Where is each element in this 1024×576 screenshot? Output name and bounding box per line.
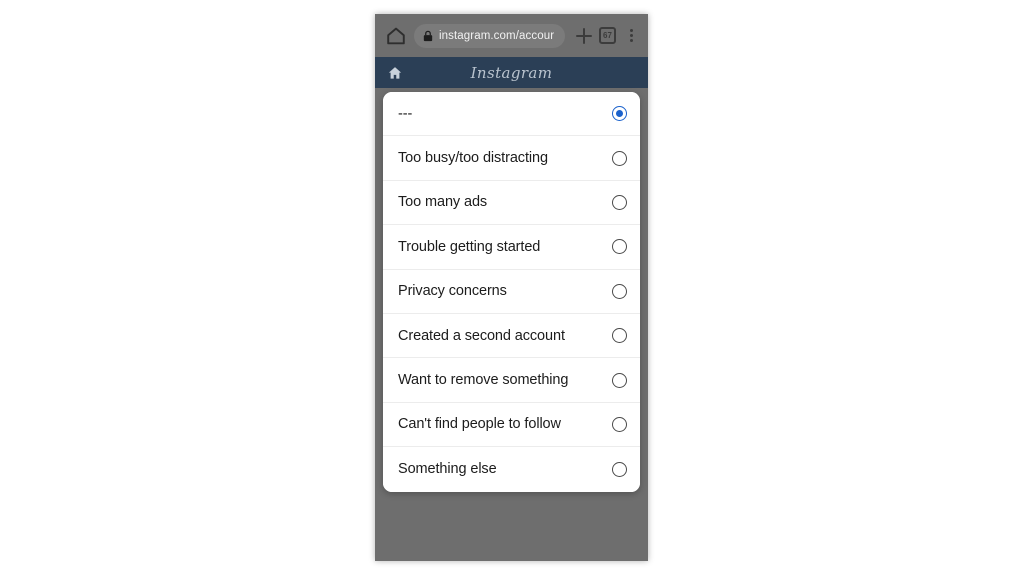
list-item-label: Can't find people to follow	[398, 416, 561, 433]
list-item-label: Trouble getting started	[398, 238, 541, 255]
tab-counter-button[interactable]: 67	[599, 27, 616, 44]
list-item[interactable]: Created a second account	[383, 313, 640, 359]
radio-button[interactable]	[612, 372, 627, 388]
reason-options-card: --- Too busy/too distracting Too many ad…	[383, 92, 640, 492]
instagram-app-bar: Instagram	[375, 57, 648, 88]
home-outline-icon[interactable]	[385, 25, 407, 47]
radio-button[interactable]	[612, 328, 627, 344]
radio-button[interactable]	[612, 150, 627, 166]
list-item-label: Want to remove something	[398, 372, 569, 389]
list-item-label: Too many ads	[398, 194, 488, 211]
radio-button[interactable]	[612, 283, 627, 299]
list-item-label: ---	[398, 105, 413, 122]
plus-icon[interactable]	[574, 26, 594, 46]
url-bar[interactable]: instagram.com/accour	[414, 23, 565, 48]
list-item-label: Privacy concerns	[398, 283, 507, 300]
browser-toolbar: instagram.com/accour 67	[375, 14, 648, 57]
lock-icon	[423, 30, 433, 41]
list-item[interactable]: Something else	[383, 447, 640, 492]
screenshot-canvas: instagram.com/accour 67 Instagram --- To…	[0, 0, 1024, 576]
list-item[interactable]: Want to remove something	[383, 358, 640, 403]
list-item-label: Created a second account	[398, 327, 565, 344]
instagram-logo-text: Instagram	[470, 63, 553, 82]
radio-button[interactable]	[612, 106, 627, 122]
list-item-label: Something else	[398, 461, 497, 478]
home-filled-icon[interactable]	[387, 65, 403, 81]
list-item[interactable]: Privacy concerns	[383, 269, 640, 314]
list-item[interactable]: ---	[383, 92, 640, 137]
list-item[interactable]: Trouble getting started	[383, 225, 640, 270]
phone-frame: instagram.com/accour 67 Instagram --- To…	[375, 14, 648, 561]
radio-button[interactable]	[612, 239, 627, 255]
radio-button[interactable]	[612, 194, 627, 210]
list-item-label: Too busy/too distracting	[398, 150, 548, 167]
list-item[interactable]: Can't find people to follow	[383, 402, 640, 448]
list-item[interactable]: Too busy/too distracting	[383, 136, 640, 181]
url-text: instagram.com/accour	[439, 29, 555, 42]
radio-button[interactable]	[612, 461, 627, 477]
radio-button[interactable]	[612, 416, 627, 432]
three-dots-vertical-icon[interactable]	[624, 26, 638, 46]
list-item[interactable]: Too many ads	[383, 180, 640, 226]
tab-count-label: 67	[603, 30, 612, 40]
